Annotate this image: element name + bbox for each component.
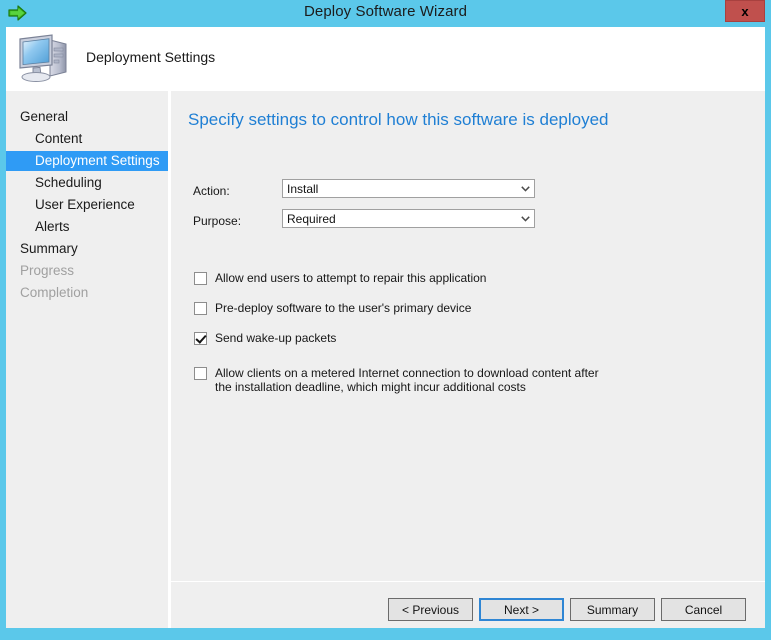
header-title: Deployment Settings: [86, 49, 215, 65]
previous-button[interactable]: < Previous: [388, 598, 473, 621]
wizard-window: Deploy Software Wizard x: [0, 0, 771, 640]
action-value: Install: [283, 182, 517, 196]
sidebar-item-summary[interactable]: Summary: [20, 239, 78, 259]
next-button[interactable]: Next >: [479, 598, 564, 621]
footer-separator: [171, 581, 765, 582]
checkbox-row-metered-connection[interactable]: Allow clients on a metered Internet conn…: [194, 366, 604, 394]
sidebar-item-alerts[interactable]: Alerts: [35, 217, 70, 237]
summary-button[interactable]: Summary: [570, 598, 655, 621]
wizard-sidebar: General Content Deployment Settings Sche…: [6, 91, 168, 628]
checkbox-row-wakeup-packets[interactable]: Send wake-up packets: [194, 331, 654, 345]
wizard-header: Deployment Settings: [6, 27, 765, 91]
checkbox-label-wakeup-packets: Send wake-up packets: [215, 331, 336, 345]
wizard-content: Specify settings to control how this sof…: [171, 91, 765, 628]
chevron-down-icon: [517, 180, 534, 197]
window-title: Deploy Software Wizard: [0, 3, 771, 20]
sidebar-item-progress: Progress: [20, 261, 74, 281]
sidebar-item-user-experience[interactable]: User Experience: [35, 195, 135, 215]
sidebar-item-general[interactable]: General: [20, 107, 68, 127]
action-label: Action:: [193, 184, 230, 198]
checkbox-predeploy[interactable]: [194, 302, 207, 315]
checkbox-row-predeploy[interactable]: Pre-deploy software to the user's primar…: [194, 301, 654, 315]
checkbox-label-allow-repair: Allow end users to attempt to repair thi…: [215, 271, 486, 285]
cancel-button[interactable]: Cancel: [661, 598, 746, 621]
sidebar-item-content[interactable]: Content: [35, 129, 82, 149]
checkbox-allow-repair[interactable]: [194, 272, 207, 285]
computer-monitor-icon: [16, 32, 72, 84]
action-dropdown[interactable]: Install: [282, 179, 535, 198]
sidebar-item-completion: Completion: [20, 283, 88, 303]
purpose-dropdown[interactable]: Required: [282, 209, 535, 228]
checkbox-label-metered-connection: Allow clients on a metered Internet conn…: [215, 366, 604, 394]
purpose-value: Required: [283, 212, 517, 226]
sidebar-item-deployment-settings[interactable]: Deployment Settings: [6, 151, 168, 171]
page-title: Specify settings to control how this sof…: [188, 110, 609, 130]
checkbox-metered-connection[interactable]: [194, 367, 207, 380]
title-bar: Deploy Software Wizard x: [0, 0, 771, 27]
checkbox-row-allow-repair[interactable]: Allow end users to attempt to repair thi…: [194, 271, 654, 285]
sidebar-item-scheduling[interactable]: Scheduling: [35, 173, 102, 193]
checkbox-label-predeploy: Pre-deploy software to the user's primar…: [215, 301, 471, 315]
chevron-down-icon: [517, 210, 534, 227]
purpose-label: Purpose:: [193, 214, 241, 228]
checkbox-wakeup-packets[interactable]: [194, 332, 207, 345]
close-button[interactable]: x: [725, 0, 765, 22]
